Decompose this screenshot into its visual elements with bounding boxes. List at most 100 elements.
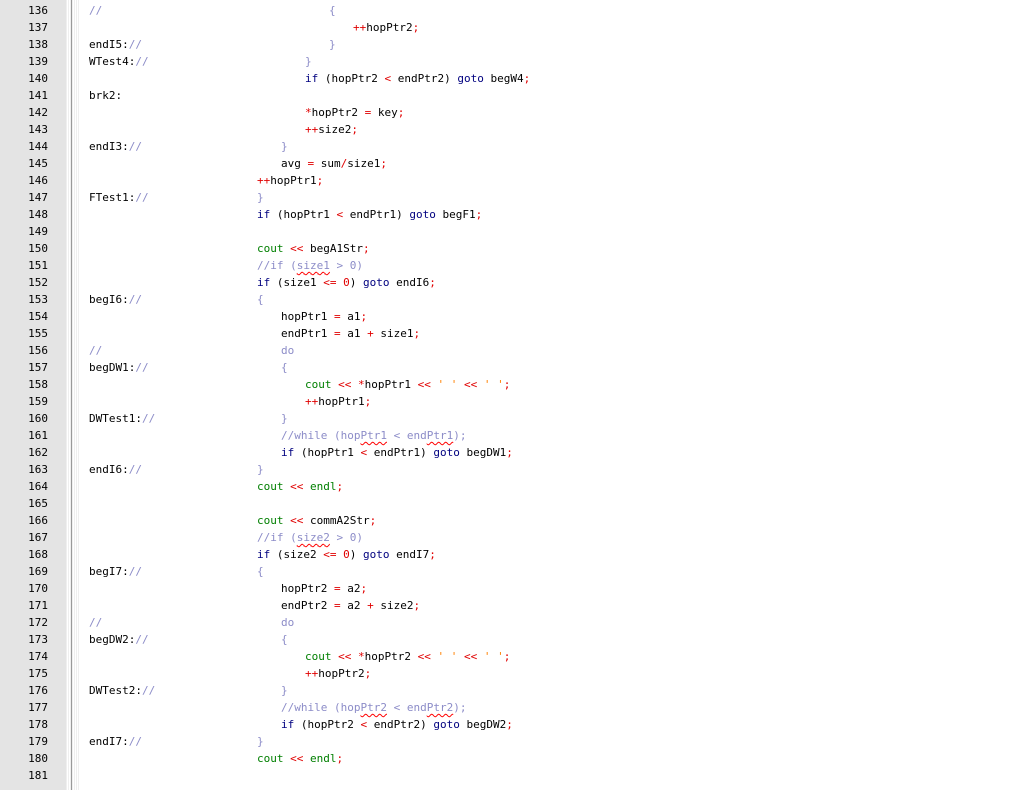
code-line[interactable]: 146 ++hopPtr1;: [0, 172, 1020, 189]
code-line[interactable]: 155 endPtr1 = a1 + size1;: [0, 325, 1020, 342]
code-token: < end: [386, 701, 427, 714]
code-line[interactable]: 152 if (size1 <= 0) goto endI6;: [0, 274, 1020, 291]
code-token: <<: [338, 650, 352, 663]
code-token: endI6:: [89, 463, 129, 476]
code-line[interactable]: 162 if (hopPtr1 < endPtr1) goto begDW1;: [0, 444, 1020, 461]
code-line[interactable]: 165: [0, 495, 1020, 512]
code-token: key: [371, 106, 398, 119]
code-line[interactable]: 171 endPtr2 = a2 + size2;: [0, 597, 1020, 614]
spell-error-token: Ptr1: [360, 429, 387, 442]
code-token: cout: [257, 242, 284, 255]
code-line[interactable]: 177//while (hopPtr2 < endPtr2);: [0, 699, 1020, 716]
line-number: 174: [28, 650, 48, 663]
code-token: hopPtr1: [318, 395, 365, 408]
code-line[interactable]: 163 endI6://}: [0, 461, 1020, 478]
code-line[interactable]: 151 //if (size1 > 0): [0, 257, 1020, 274]
code-line[interactable]: 158 cout << *hopPtr1 << ' ' << ' ';: [0, 376, 1020, 393]
code-token: //while (hop: [281, 429, 361, 442]
code-line[interactable]: 149: [0, 223, 1020, 240]
code-label: begI7://: [89, 563, 142, 580]
code-line[interactable]: 166 cout << commA2Str;: [0, 512, 1020, 529]
code-line[interactable]: 164 cout << endl;: [0, 478, 1020, 495]
line-number: 173: [28, 633, 48, 646]
code-token: ;: [429, 276, 436, 289]
code-token: =: [333, 310, 341, 323]
code-line[interactable]: 147 FTest1://}: [0, 189, 1020, 206]
code-line[interactable]: 154 hopPtr1 = a1;: [0, 308, 1020, 325]
code-text: ++hopPtr1;: [305, 393, 371, 410]
code-line[interactable]: 136 // {: [0, 2, 1020, 19]
code-text: hopPtr1 = a1;: [281, 308, 367, 325]
line-number: 150: [28, 242, 48, 255]
code-line[interactable]: 144 endI3://}: [0, 138, 1020, 155]
code-line[interactable]: 176 DWTest2://}: [0, 682, 1020, 699]
code-token: endl: [303, 752, 337, 765]
code-line[interactable]: 143 ++size2;: [0, 121, 1020, 138]
code-line[interactable]: 139 WTest4://}: [0, 53, 1020, 70]
line-number: 138: [28, 38, 48, 51]
code-text: endPtr2 = a2 + size2;: [281, 597, 420, 614]
line-number: 156: [28, 344, 48, 357]
code-token: ;: [360, 310, 368, 323]
code-line[interactable]: 160 DWTest1://}: [0, 410, 1020, 427]
code-token: ;: [523, 72, 531, 85]
code-token: > 0): [329, 259, 363, 272]
code-token: a2: [340, 599, 368, 612]
code-token: 0: [343, 276, 350, 289]
code-token: ;: [503, 378, 511, 391]
code-token: <<: [290, 752, 304, 765]
code-token: );: [453, 429, 467, 442]
code-label: endI3://: [89, 138, 142, 155]
code-line[interactable]: 178 if (hopPtr2 < endPtr2) goto begDW2;: [0, 716, 1020, 733]
code-line[interactable]: 175 ++hopPtr2;: [0, 665, 1020, 682]
code-line[interactable]: 174 cout << *hopPtr2 << ' ' << ' ';: [0, 648, 1020, 665]
line-number: 146: [28, 174, 48, 187]
code-line[interactable]: 181: [0, 767, 1020, 784]
line-number: 164: [28, 480, 48, 493]
spell-error-token: Ptr1: [426, 429, 454, 442]
code-label: //: [89, 2, 102, 19]
code-token: //: [135, 191, 149, 204]
code-line[interactable]: 140 if (hopPtr2 < endPtr2) goto begW4;: [0, 70, 1020, 87]
code-token: ;: [369, 514, 377, 527]
code-text: {: [257, 291, 264, 308]
code-token: endl: [303, 480, 337, 493]
code-line[interactable]: 180 cout << endl;: [0, 750, 1020, 767]
code-line[interactable]: 137 ++hopPtr2;: [0, 19, 1020, 36]
code-token: endI3:: [89, 140, 129, 153]
code-token: cout: [257, 514, 284, 527]
code-token: if: [257, 208, 271, 221]
code-line[interactable]: 161//while (hopPtr1 < endPtr1);: [0, 427, 1020, 444]
code-line[interactable]: 179 endI7://}: [0, 733, 1020, 750]
code-line[interactable]: 159 ++hopPtr1;: [0, 393, 1020, 410]
code-line[interactable]: 148 if (hopPtr1 < endPtr1) goto begF1;: [0, 206, 1020, 223]
code-line[interactable]: 167 //if (size2 > 0): [0, 529, 1020, 546]
line-number: 171: [28, 599, 48, 612]
code-line[interactable]: 173 begDW2:// {: [0, 631, 1020, 648]
code-line[interactable]: 168 if (size2 <= 0) goto endI7;: [0, 546, 1020, 563]
code-text: if (hopPtr1 < endPtr1) goto begF1;: [257, 206, 482, 223]
code-token: (size2: [270, 548, 324, 561]
code-token: //: [128, 140, 142, 153]
code-line[interactable]: 142 *hopPtr2 = key;: [0, 104, 1020, 121]
code-token: sum: [314, 157, 341, 170]
code-line[interactable]: 156 // do: [0, 342, 1020, 359]
code-text: }: [281, 682, 288, 699]
code-line[interactable]: 141 brk2:: [0, 87, 1020, 104]
code-line[interactable]: 153 begI6:// {: [0, 291, 1020, 308]
code-label: begDW1://: [89, 359, 149, 376]
code-token: ;: [429, 548, 436, 561]
code-line[interactable]: 169 begI7:// {: [0, 563, 1020, 580]
code-token: ): [349, 548, 363, 561]
code-line[interactable]: 157 begDW1:// {: [0, 359, 1020, 376]
code-token: < end: [386, 429, 427, 442]
code-line[interactable]: 150 cout << begA1Str;: [0, 240, 1020, 257]
code-line[interactable]: 170 hopPtr2 = a2;: [0, 580, 1020, 597]
code-line[interactable]: 145 avg = sum/size1;: [0, 155, 1020, 172]
code-line[interactable]: 172 // do: [0, 614, 1020, 631]
code-token: ++: [257, 174, 271, 187]
code-text: {: [257, 563, 264, 580]
code-line[interactable]: 138 endI5://}: [0, 36, 1020, 53]
